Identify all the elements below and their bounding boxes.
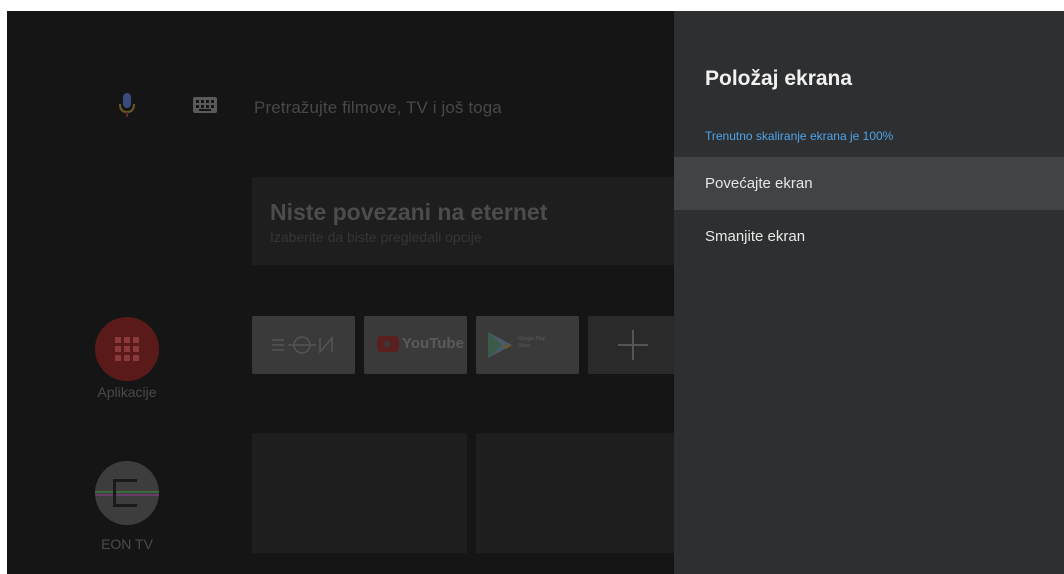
apps-grid-icon [115, 337, 139, 361]
eon-tv-channel-icon[interactable] [95, 461, 159, 525]
app-tile-google-play[interactable]: Google Play Store [476, 316, 579, 374]
search-hint[interactable]: Pretražujte filmove, TV i još toga [254, 98, 502, 118]
keyboard-icon[interactable] [193, 97, 217, 113]
eon-tv-logo-icon [95, 479, 159, 507]
increase-screen-label: Povećajte ekran [705, 175, 813, 192]
eon-logo-icon [272, 335, 333, 355]
app-tile-eon[interactable] [252, 316, 355, 374]
increase-screen-item[interactable]: Povećajte ekran [674, 157, 1064, 210]
microphone-icon[interactable] [118, 93, 136, 119]
launcher-home-dimmed: Pretražujte filmove, TV i još toga Niste… [7, 11, 691, 574]
decrease-screen-label: Smanjite ekran [705, 228, 806, 245]
youtube-text: YouTube [402, 335, 464, 352]
decrease-screen-item[interactable]: Smanjite ekran [674, 210, 1064, 263]
apps-label: Aplikacije [97, 384, 157, 400]
play-text-line-1: Google Play [518, 336, 546, 342]
add-app-tile[interactable] [588, 316, 678, 374]
screen-position-panel: Položaj ekrana Trenutno skaliranje ekran… [674, 11, 1064, 574]
tv-screen: Pretražujte filmove, TV i još toga Niste… [7, 11, 1064, 574]
plus-icon [618, 330, 648, 360]
apps-button[interactable] [95, 317, 159, 381]
content-card[interactable] [476, 433, 691, 553]
banner-subtitle: Izaberite da biste pregledali opcije [270, 229, 482, 245]
panel-title: Položaj ekrana [705, 67, 853, 90]
google-play-icon [488, 332, 512, 358]
app-tile-youtube[interactable]: YouTube [364, 316, 467, 374]
banner-title: Niste povezani na eternet [270, 199, 548, 225]
ethernet-banner[interactable]: Niste povezani na eternet Izaberite da b… [252, 177, 682, 265]
youtube-play-icon [377, 335, 399, 352]
play-text-line-2: Store [518, 343, 530, 349]
current-scaling-info: Trenutno skaliranje ekrana je 100% [705, 129, 894, 143]
content-card[interactable] [252, 433, 467, 553]
google-play-text: Google Play Store [518, 336, 545, 350]
eon-tv-label: EON TV [101, 536, 153, 552]
youtube-logo: YouTube [377, 335, 464, 352]
